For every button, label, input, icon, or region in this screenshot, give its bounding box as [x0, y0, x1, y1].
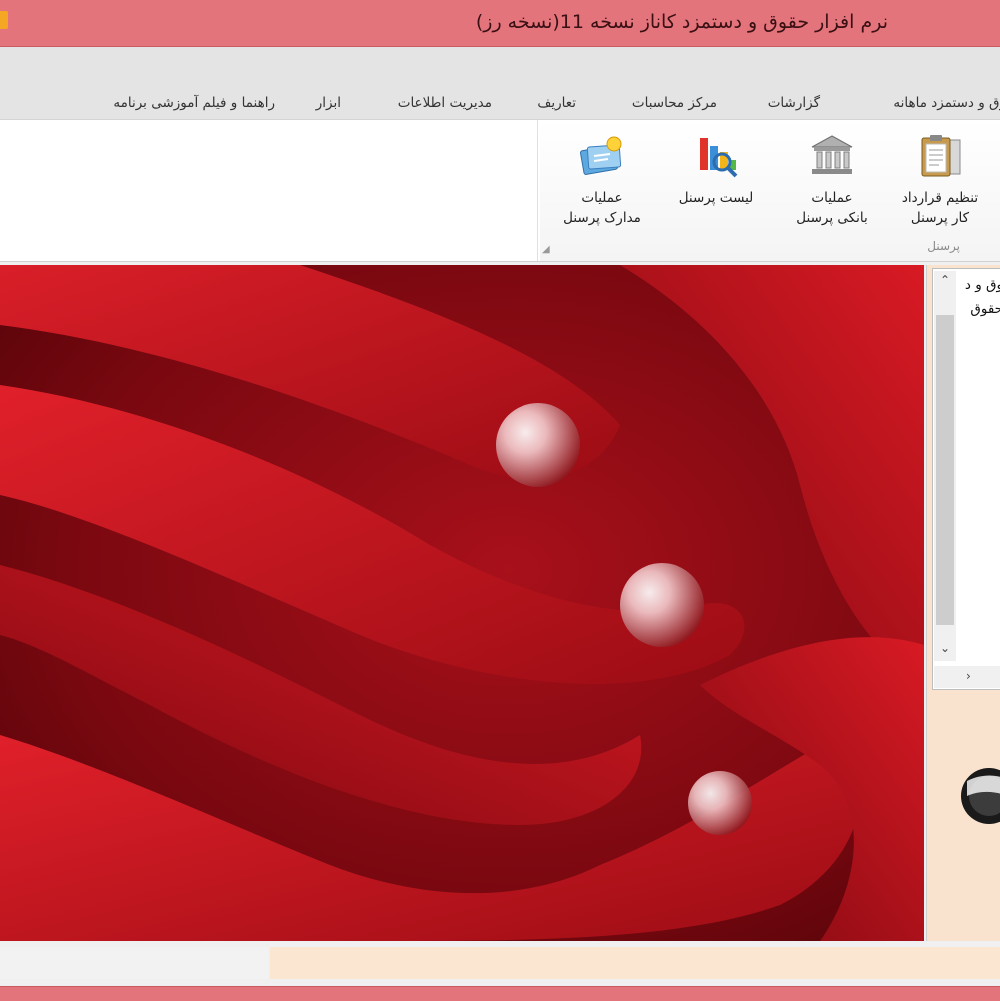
- title-bar: نرم افزار حقوق و دستمزد کاناز نسخه 11(نس…: [0, 0, 1000, 47]
- status-panel-right: [270, 947, 1000, 979]
- personnel-list-button[interactable]: لیست پرسنل: [660, 128, 772, 238]
- ribbon-group-personnel: تنظیم قرارداد کار پرسنل عملیات بانکی پرس…: [540, 120, 1000, 261]
- tree-horizontal-scrollbar[interactable]: ›: [934, 666, 1000, 688]
- documents-icon: [579, 136, 622, 175]
- tab-calculation-center[interactable]: مرکز محاسبات: [632, 95, 717, 111]
- contract-settings-button[interactable]: تنظیم قرارداد کار پرسنل: [884, 128, 996, 238]
- scrollbar-thumb[interactable]: [936, 315, 954, 625]
- group-dialog-launcher[interactable]: ◢: [542, 244, 550, 255]
- window-title: نرم افزار حقوق و دستمزد کاناز نسخه 11(نس…: [475, 11, 888, 33]
- ribbon-group-label: پرسنل: [927, 239, 960, 253]
- tab-help-training[interactable]: راهنما و فیلم آموزشی برنامه: [113, 95, 275, 111]
- window-bottom-border: [0, 986, 1000, 1001]
- background-image-area: [0, 265, 924, 941]
- personnel-list-label: لیست پرسنل: [678, 190, 754, 206]
- scroll-up-icon[interactable]: ⌃: [940, 273, 950, 287]
- tab-monthly-payroll[interactable]: وق و دستمزد ماهانه: [893, 95, 1000, 111]
- tab-reports[interactable]: گزارشات: [768, 95, 820, 111]
- bank-operations-button[interactable]: عملیات بانکی پرسنل: [776, 128, 888, 238]
- tab-data-management[interactable]: مدیریت اطلاعات: [398, 95, 492, 111]
- status-bar: [0, 941, 1000, 986]
- contract-settings-label: تنظیم قرارداد کار پرسنل: [901, 190, 979, 226]
- status-panel-left: [0, 947, 268, 979]
- tab-tools[interactable]: ابزار: [316, 95, 341, 111]
- company-logo: [961, 768, 1000, 824]
- scroll-down-icon[interactable]: ⌄: [940, 641, 950, 655]
- ribbon-panel: تنظیم قرارداد کار پرسنل عملیات بانکی پرس…: [0, 119, 1000, 262]
- tree-vertical-scrollbar[interactable]: ⌃ ⌄: [934, 271, 956, 661]
- app-icon[interactable]: [0, 11, 8, 29]
- right-side-panel: ⌃ ⌄ وق و د حقوق ›: [926, 265, 1000, 941]
- ribbon-tabs: وق و دستمزد ماهانه گزارشات مرکز محاسبات …: [0, 47, 1000, 119]
- tree-item-payroll-root[interactable]: وق و د: [965, 277, 1000, 293]
- rose-image: [0, 265, 924, 941]
- clipboard-icon: [921, 135, 961, 177]
- chart-icon: [700, 138, 738, 178]
- tab-definitions[interactable]: تعاریف: [537, 95, 576, 111]
- bank-operations-label: عملیات بانکی پرسنل: [796, 190, 868, 226]
- documents-operations-button[interactable]: عملیات مدارک پرسنل: [546, 128, 658, 238]
- bank-icon: [811, 135, 853, 174]
- documents-operations-label: عملیات مدارک پرسنل: [563, 190, 641, 226]
- tree-item-payroll[interactable]: حقوق: [970, 301, 1000, 317]
- navigation-tree[interactable]: ⌃ ⌄ وق و د حقوق ›: [932, 268, 1000, 690]
- ribbon-empty-area: [0, 120, 538, 261]
- scroll-right-icon[interactable]: ›: [966, 669, 971, 683]
